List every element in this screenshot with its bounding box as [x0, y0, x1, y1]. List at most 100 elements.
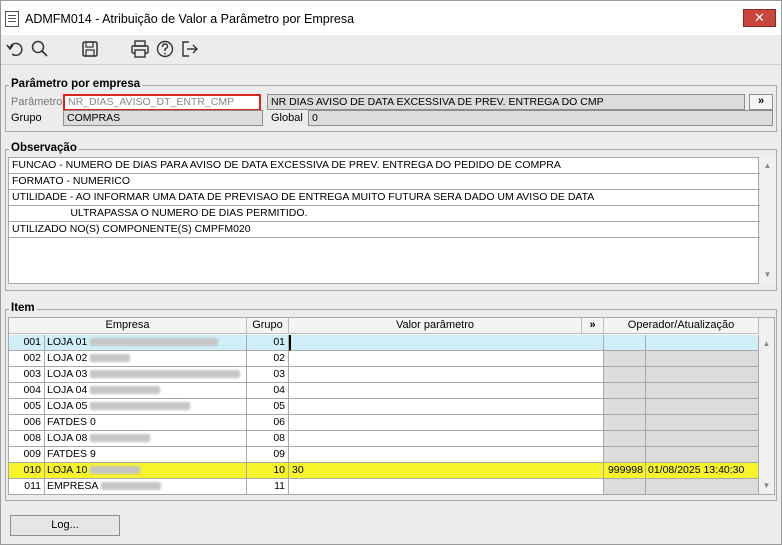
- empresa-cell: FATDES 0: [45, 415, 247, 431]
- atualizacao-cell: [646, 367, 759, 383]
- scroll-up-arrow-icon[interactable]: ▲: [761, 339, 772, 348]
- grupo-cell: 06: [247, 415, 289, 431]
- scroll-up-arrow-icon[interactable]: ▲: [762, 161, 773, 170]
- grupo-cell: 09: [247, 447, 289, 463]
- valor-parametro-cell[interactable]: [289, 351, 604, 367]
- operador-cell: [604, 351, 646, 367]
- column-header-empresa[interactable]: Empresa: [9, 318, 247, 334]
- column-header-valor[interactable]: Valor parâmetro: [289, 318, 582, 334]
- grupo-cell: 03: [247, 367, 289, 383]
- operador-cell: [604, 415, 646, 431]
- empresa-name: LOJA 08: [47, 432, 88, 444]
- items-scrollbar[interactable]: ▲ ▼: [759, 318, 774, 494]
- table-row[interactable]: 004 LOJA 04 04: [9, 383, 759, 399]
- observation-text-area[interactable]: FUNCAO - NUMERO DE DIAS PARA AVISO DE DA…: [8, 157, 760, 284]
- undo-icon[interactable]: [5, 39, 25, 59]
- row-number-cell: 005: [9, 399, 45, 415]
- table-row[interactable]: 009 FATDES 9 09: [9, 447, 759, 463]
- valor-parametro-cell[interactable]: 30: [289, 463, 604, 479]
- redacted-text: [90, 466, 141, 475]
- item-group-title: Item: [9, 302, 37, 314]
- scroll-down-arrow-icon[interactable]: ▼: [761, 481, 772, 490]
- parametro-input[interactable]: NR_DIAS_AVISO_DT_ENTR_CMP: [63, 94, 261, 111]
- operador-cell: 999998: [604, 463, 646, 479]
- operador-cell: [604, 479, 646, 495]
- table-row[interactable]: 006 FATDES 0 06: [9, 415, 759, 431]
- redacted-text: [90, 354, 131, 363]
- atualizacao-cell: [646, 431, 759, 447]
- empresa-name: LOJA 03: [47, 368, 88, 380]
- atualizacao-cell: [646, 399, 759, 415]
- row-number-cell: 011: [9, 479, 45, 495]
- grupo-label: Grupo: [11, 112, 42, 124]
- empresa-cell: EMPRESA: [45, 479, 247, 495]
- row-number-cell: 006: [9, 415, 45, 431]
- save-icon[interactable]: [80, 39, 100, 59]
- empresa-name: LOJA 02: [47, 352, 88, 364]
- items-grid: Empresa Grupo Valor parâmetro » Operador…: [8, 317, 775, 495]
- scroll-down-arrow-icon[interactable]: ▼: [762, 270, 773, 279]
- operador-cell: [604, 447, 646, 463]
- empresa-name: LOJA 05: [47, 400, 88, 412]
- table-row[interactable]: 010 LOJA 10 10 30 999998 01/08/2025 13:40:30: [9, 463, 759, 479]
- empresa-name: LOJA 10: [47, 464, 88, 476]
- grupo-cell: 01: [247, 335, 289, 351]
- parametro-more-button[interactable]: »: [749, 94, 773, 110]
- redacted-text: [90, 386, 161, 395]
- empresa-cell: FATDES 9: [45, 447, 247, 463]
- atualizacao-cell: 01/08/2025 13:40:30: [646, 463, 759, 479]
- grupo-cell: 08: [247, 431, 289, 447]
- observation-group-title: Observação: [9, 142, 79, 154]
- valor-parametro-cell[interactable]: [289, 479, 604, 495]
- observation-line: FORMATO - NUMERICO: [9, 174, 760, 190]
- valor-parametro-cell[interactable]: [289, 399, 604, 415]
- valor-parametro-cell[interactable]: [289, 415, 604, 431]
- column-header-operador[interactable]: Operador/Atualização: [604, 318, 759, 334]
- atualizacao-cell: [646, 415, 759, 431]
- search-icon[interactable]: [30, 39, 50, 59]
- grupo-cell: 05: [247, 399, 289, 415]
- parameter-group-title: Parâmetro por empresa: [9, 78, 143, 90]
- empresa-name: EMPRESA: [47, 480, 99, 492]
- table-row[interactable]: 003 LOJA 03 03: [9, 367, 759, 383]
- grupo-cell: 02: [247, 351, 289, 367]
- redacted-text: [90, 370, 241, 379]
- empresa-cell: LOJA 05: [45, 399, 247, 415]
- grupo-cell: 11: [247, 479, 289, 495]
- print-icon[interactable]: [130, 39, 150, 59]
- observation-line: ULTRAPASSA O NUMERO DE DIAS PERMITIDO.: [9, 206, 760, 222]
- operador-cell: [604, 431, 646, 447]
- observation-scrollbar[interactable]: ▲ ▼: [760, 157, 775, 284]
- operador-cell: [604, 399, 646, 415]
- help-icon[interactable]: [155, 39, 175, 59]
- close-button[interactable]: ✕: [743, 9, 776, 27]
- log-button[interactable]: Log...: [10, 515, 120, 536]
- table-row[interactable]: 001 LOJA 01 01: [9, 335, 759, 351]
- app-document-icon: [5, 11, 19, 27]
- empresa-cell: LOJA 04: [45, 383, 247, 399]
- row-number-cell: 008: [9, 431, 45, 447]
- column-header-more-button[interactable]: »: [582, 318, 604, 334]
- empresa-name: LOJA 04: [47, 384, 88, 396]
- empresa-cell: LOJA 03: [45, 367, 247, 383]
- parametro-label: Parâmetro: [11, 96, 63, 108]
- table-row[interactable]: 008 LOJA 08 08: [9, 431, 759, 447]
- observation-line: UTILIZADO NO(S) COMPONENTE(S) CMPFM020: [9, 222, 760, 238]
- exit-icon[interactable]: [180, 39, 200, 59]
- operador-cell: [604, 367, 646, 383]
- row-number-cell: 004: [9, 383, 45, 399]
- valor-parametro-cell[interactable]: [289, 431, 604, 447]
- valor-parametro-cell[interactable]: [289, 335, 604, 351]
- valor-parametro-cell[interactable]: [289, 367, 604, 383]
- table-row[interactable]: 002 LOJA 02 02: [9, 351, 759, 367]
- row-number-cell: 010: [9, 463, 45, 479]
- valor-parametro-cell[interactable]: [289, 383, 604, 399]
- column-header-grupo[interactable]: Grupo: [247, 318, 289, 334]
- global-label: Global: [271, 112, 303, 124]
- valor-parametro-cell[interactable]: [289, 447, 604, 463]
- atualizacao-cell: [646, 351, 759, 367]
- table-row[interactable]: 011 EMPRESA 11: [9, 479, 759, 495]
- empresa-cell: LOJA 08: [45, 431, 247, 447]
- table-row[interactable]: 005 LOJA 05 05: [9, 399, 759, 415]
- grupo-cell: 04: [247, 383, 289, 399]
